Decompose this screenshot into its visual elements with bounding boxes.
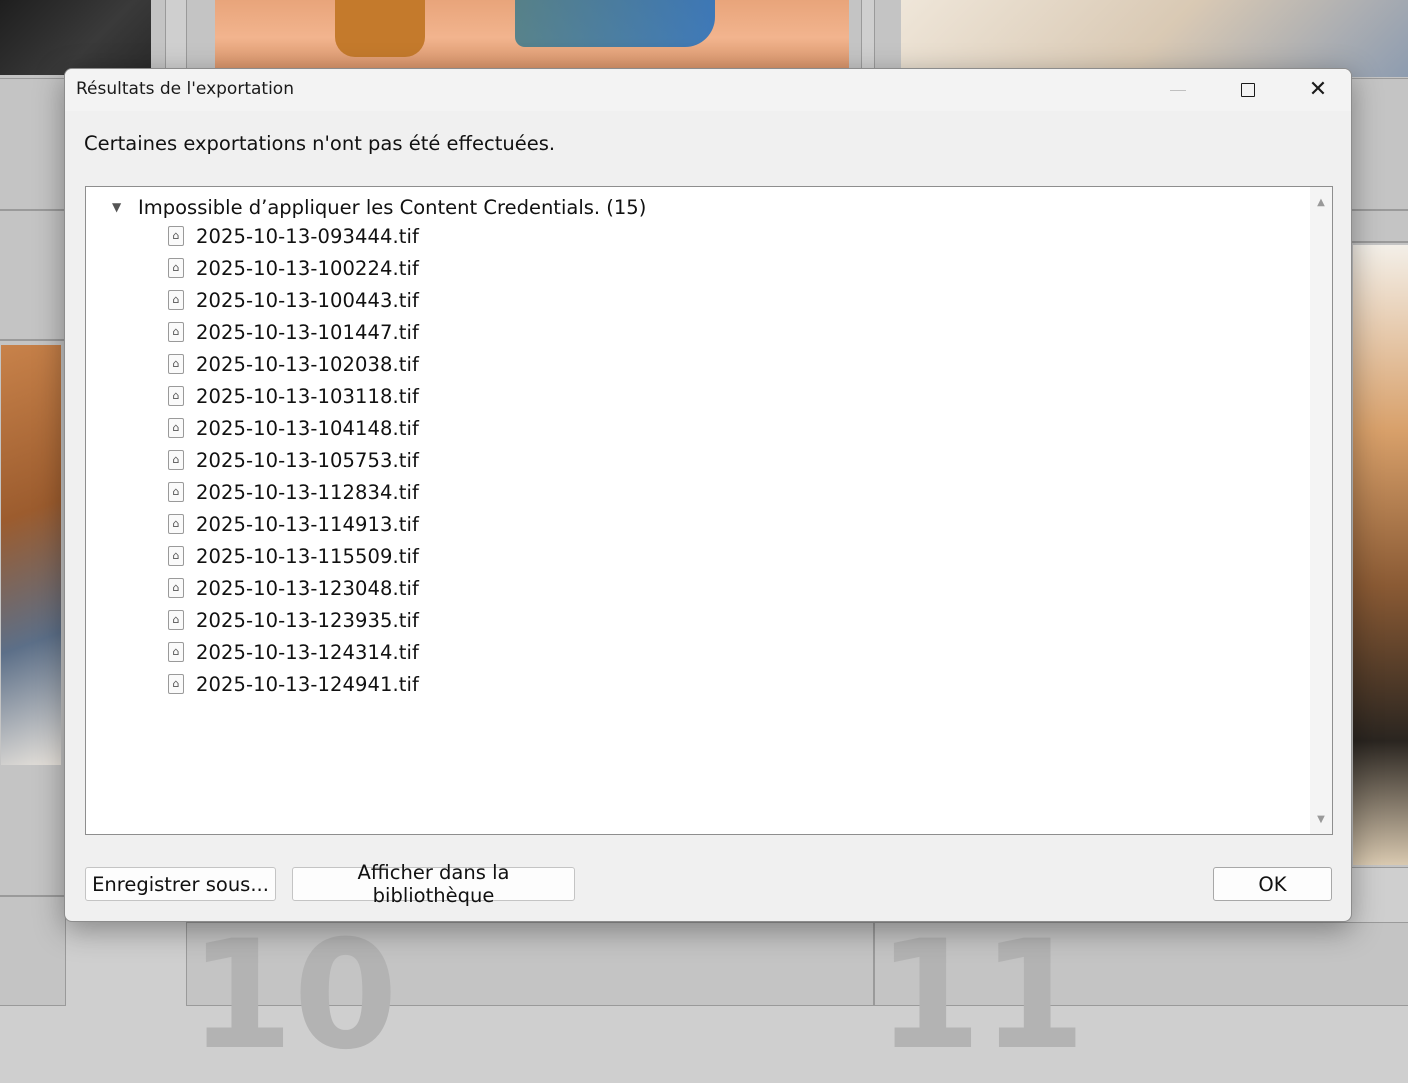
grid-cell[interactable]: [0, 340, 66, 896]
file-row[interactable]: ⌂ 2025-10-13-115509.tif: [168, 541, 419, 571]
file-name: 2025-10-13-124314.tif: [196, 640, 420, 664]
file-icon: ⌂: [168, 642, 184, 662]
file-row[interactable]: ⌂ 2025-10-13-105753.tif: [168, 445, 419, 475]
file-row[interactable]: ⌂ 2025-10-13-114913.tif: [168, 509, 419, 539]
grid-cell[interactable]: [1350, 210, 1408, 242]
file-icon: ⌂: [168, 578, 184, 598]
file-row[interactable]: ⌂ 2025-10-13-102038.tif: [168, 349, 419, 379]
grid-cell[interactable]: [0, 78, 66, 210]
minimize-button: [1143, 69, 1213, 111]
thumbnail: [215, 0, 849, 69]
scroll-up-icon[interactable]: ▲: [1310, 191, 1332, 213]
file-row[interactable]: ⌂ 2025-10-13-123048.tif: [168, 573, 419, 603]
grid-cell[interactable]: [1350, 242, 1408, 868]
close-button[interactable]: ✕: [1283, 69, 1351, 111]
export-results-dialog: Résultats de l'exportation ✕ Certaines e…: [64, 68, 1352, 922]
file-icon: ⌂: [168, 226, 184, 246]
file-name: 2025-10-13-101447.tif: [196, 320, 420, 344]
close-icon: ✕: [1308, 77, 1328, 102]
grid-cell[interactable]: [0, 210, 66, 340]
grid-cell[interactable]: 10: [186, 921, 874, 1071]
file-row[interactable]: ⌂ 2025-10-13-103118.tif: [168, 381, 419, 411]
file-name: 2025-10-13-105753.tif: [196, 448, 420, 472]
file-name: 2025-10-13-114913.tif: [196, 512, 420, 536]
file-name: 2025-10-13-103118.tif: [196, 384, 420, 408]
file-icon: ⌂: [168, 354, 184, 374]
file-name: 2025-10-13-102038.tif: [196, 352, 420, 376]
tree-group-row[interactable]: ▼ Impossible d’appliquer les Content Cre…: [112, 194, 646, 220]
file-icon: ⌂: [168, 514, 184, 534]
file-row[interactable]: ⌂ 2025-10-13-124314.tif: [168, 637, 419, 667]
title-bar[interactable]: Résultats de l'exportation ✕: [65, 69, 1351, 111]
grid-cell[interactable]: 11: [874, 921, 1408, 1071]
file-icon: ⌂: [168, 418, 184, 438]
show-in-library-button[interactable]: Afficher dans la bibliothèque: [292, 861, 575, 907]
file-name: 2025-10-13-100224.tif: [196, 256, 420, 280]
minimize-icon: [1170, 89, 1186, 91]
results-tree[interactable]: ▼ Impossible d’appliquer les Content Cre…: [85, 186, 1333, 835]
thumbnail: [1353, 245, 1408, 865]
file-name: 2025-10-13-123935.tif: [196, 608, 420, 632]
maximize-icon: [1241, 83, 1255, 97]
file-row[interactable]: ⌂ 2025-10-13-104148.tif: [168, 413, 419, 443]
file-icon: ⌂: [168, 482, 184, 502]
file-row[interactable]: ⌂ 2025-10-13-100224.tif: [168, 253, 419, 283]
thumbnail: [0, 0, 151, 75]
grid-cell-number: 11: [877, 909, 1086, 1083]
grid-cell[interactable]: [0, 896, 66, 1006]
file-icon: ⌂: [168, 450, 184, 470]
thumbnail: [1, 345, 61, 765]
ok-button[interactable]: OK: [1213, 867, 1332, 901]
expand-caret-icon[interactable]: ▼: [112, 200, 138, 214]
file-icon: ⌂: [168, 610, 184, 630]
file-icon: ⌂: [168, 322, 184, 342]
dialog-title: Résultats de l'exportation: [76, 79, 294, 99]
file-name: 2025-10-13-124941.tif: [196, 672, 420, 696]
file-name: 2025-10-13-100443.tif: [196, 288, 420, 312]
file-name: 2025-10-13-112834.tif: [196, 480, 420, 504]
file-icon: ⌂: [168, 546, 184, 566]
file-icon: ⌂: [168, 386, 184, 406]
grid-cell-number: 10: [189, 909, 398, 1083]
file-name: 2025-10-13-123048.tif: [196, 576, 420, 600]
file-row[interactable]: ⌂ 2025-10-13-123935.tif: [168, 605, 419, 635]
file-row[interactable]: ⌂ 2025-10-13-093444.tif: [168, 221, 419, 251]
file-icon: ⌂: [168, 258, 184, 278]
scroll-down-icon[interactable]: ▼: [1310, 808, 1332, 830]
file-name: 2025-10-13-115509.tif: [196, 544, 420, 568]
save-as-button[interactable]: Enregistrer sous...: [85, 867, 276, 901]
file-row[interactable]: ⌂ 2025-10-13-101447.tif: [168, 317, 419, 347]
file-icon: ⌂: [168, 674, 184, 694]
file-row[interactable]: ⌂ 2025-10-13-100443.tif: [168, 285, 419, 315]
maximize-button[interactable]: [1213, 69, 1283, 111]
file-name: 2025-10-13-104148.tif: [196, 416, 420, 440]
thumbnail: [901, 0, 1408, 77]
vertical-scrollbar[interactable]: ▲ ▼: [1310, 187, 1332, 834]
file-row[interactable]: ⌂ 2025-10-13-124941.tif: [168, 669, 419, 699]
file-name: 2025-10-13-093444.tif: [196, 224, 420, 248]
tree-group-label: Impossible d’appliquer les Content Crede…: [138, 195, 647, 219]
file-row[interactable]: ⌂ 2025-10-13-112834.tif: [168, 477, 419, 507]
file-icon: ⌂: [168, 290, 184, 310]
dialog-message: Certaines exportations n'ont pas été eff…: [84, 132, 556, 155]
grid-cell[interactable]: [1350, 78, 1408, 210]
